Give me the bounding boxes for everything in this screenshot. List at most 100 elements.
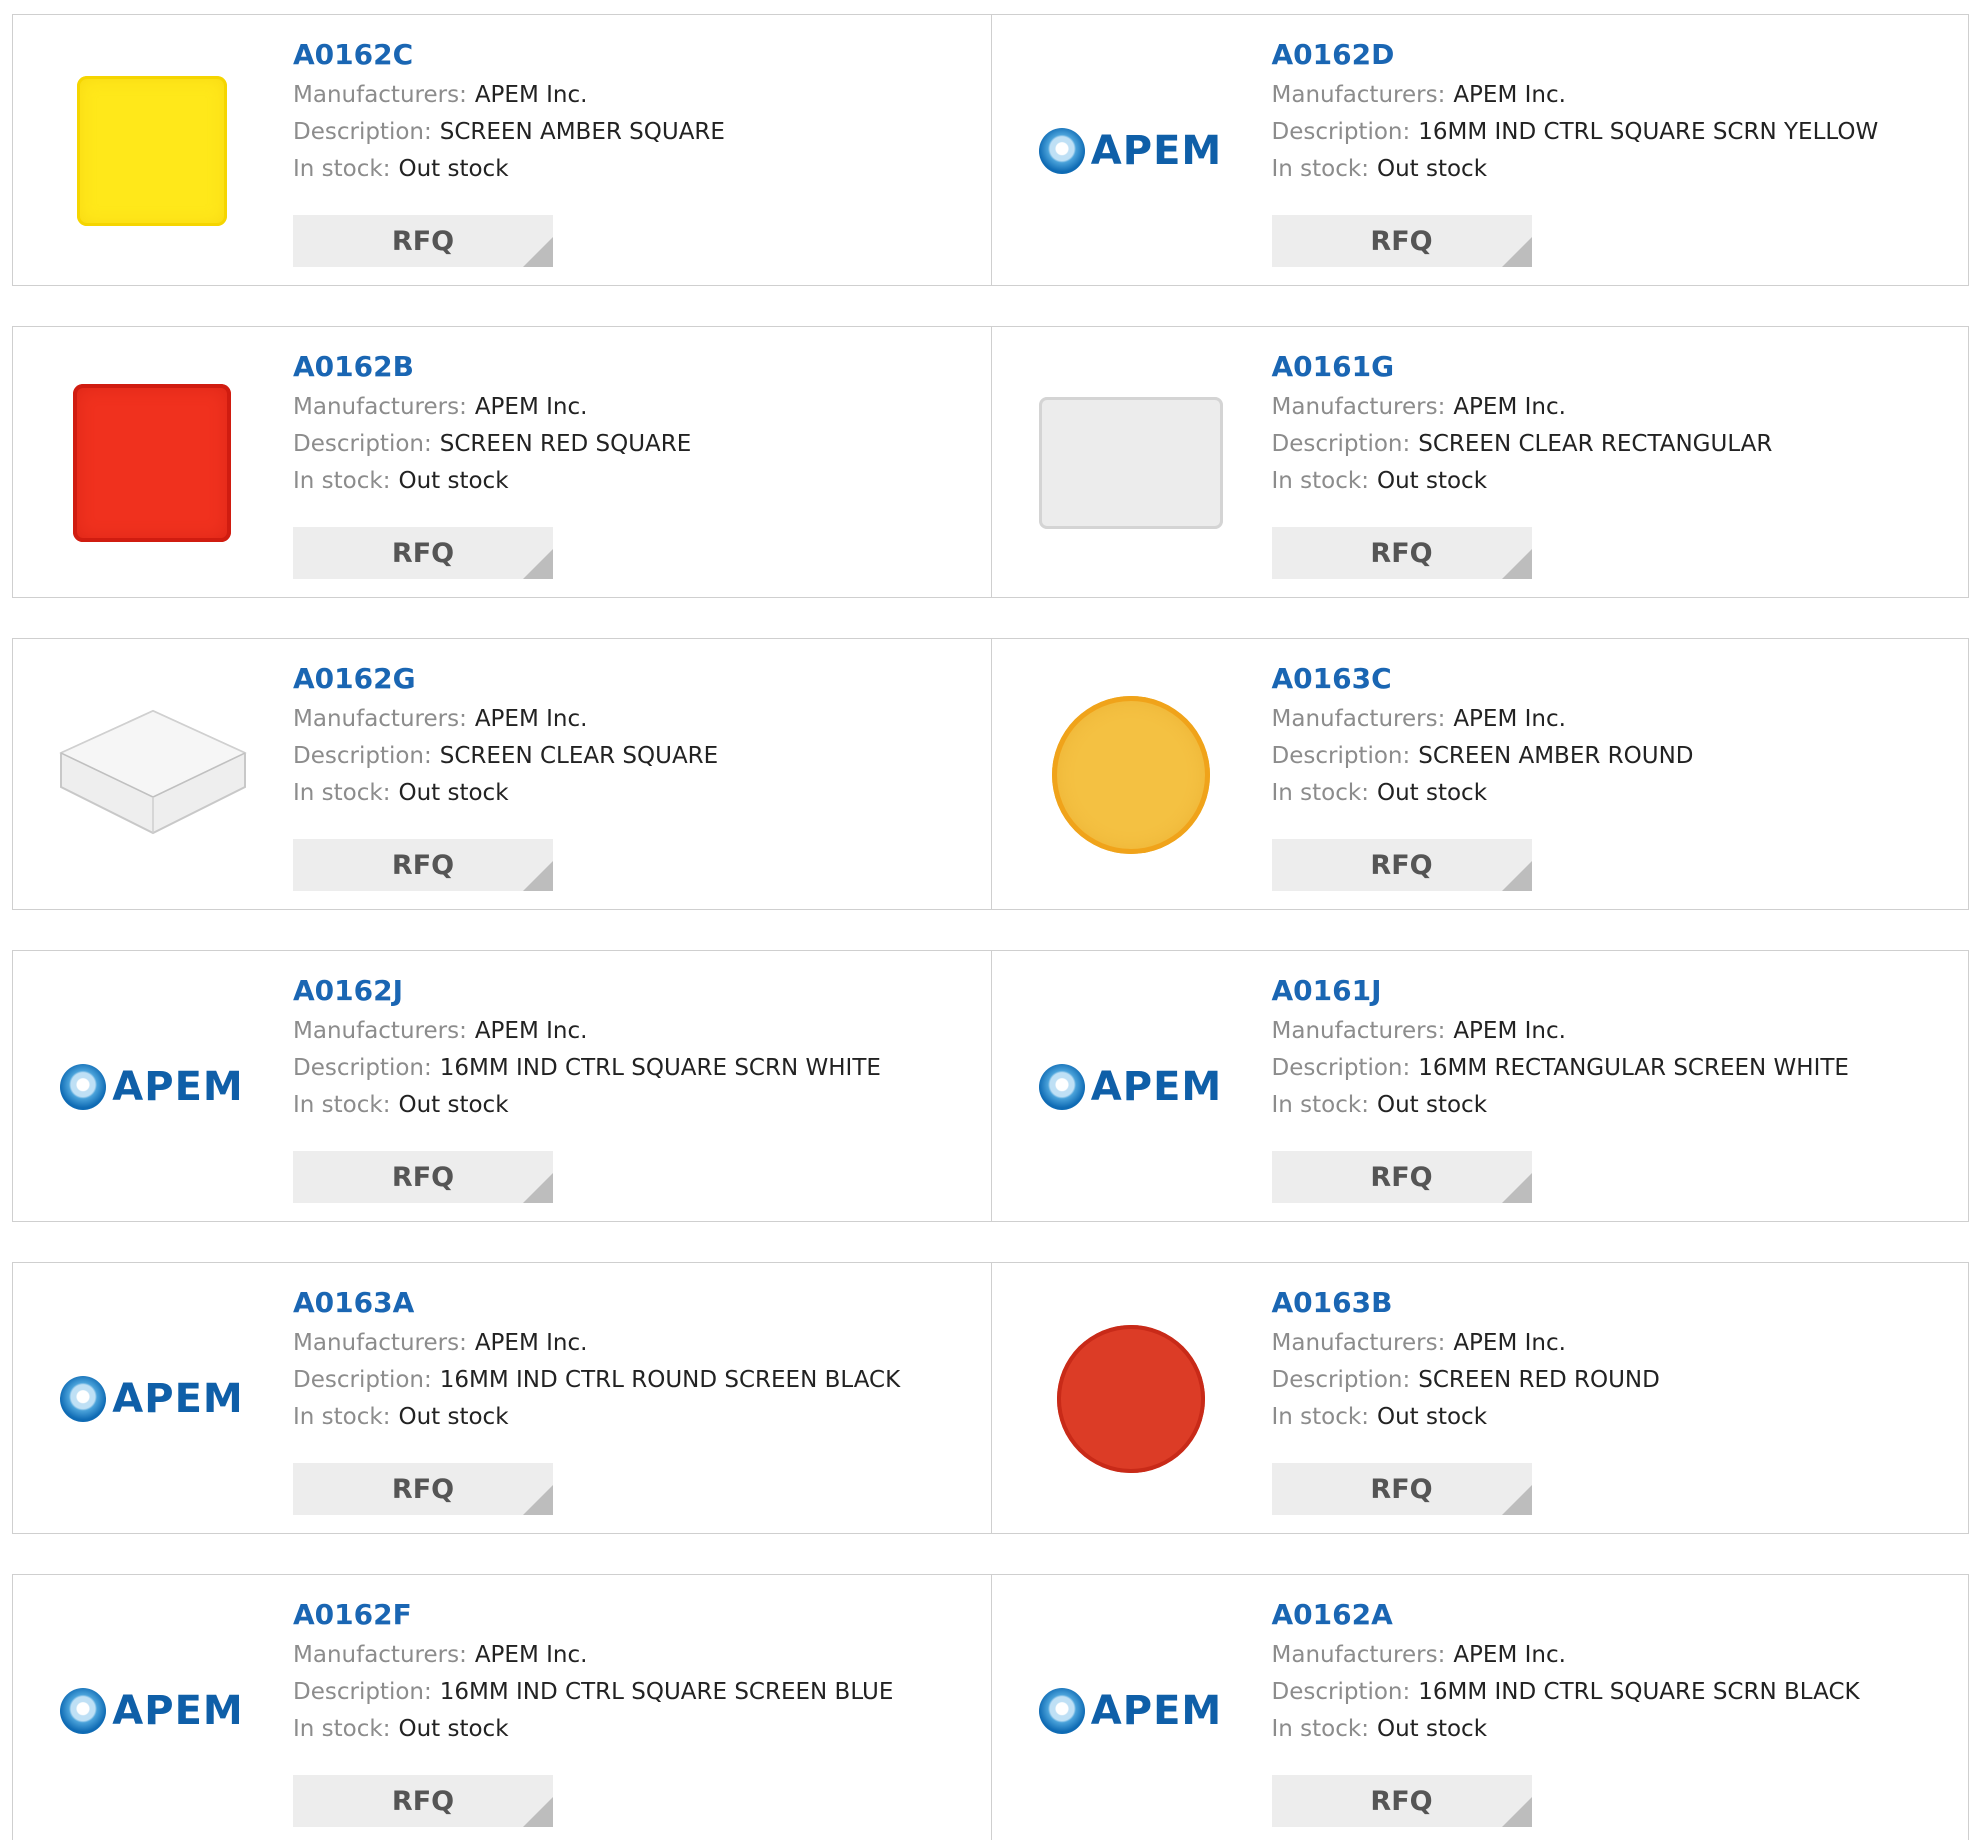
manufacturer-value: APEM Inc. [1453,1330,1566,1356]
part-number-link[interactable]: A0162G [293,665,971,701]
apem-logo-text: APEM [112,1688,244,1734]
description-label: Description: [1271,431,1411,457]
manufacturer-value: APEM Inc. [474,1018,588,1044]
product-image[interactable] [1032,383,1230,543]
in-stock-label: In stock: [293,1404,391,1430]
part-number-link[interactable]: A0162B [293,353,971,389]
manufacturer-value: APEM Inc. [474,394,588,420]
rfq-button[interactable]: RFQ [1271,839,1532,891]
rfq-button[interactable]: RFQ [1271,215,1532,267]
stock-value: Out stock [398,156,509,182]
apem-logo: APEM [60,1064,243,1110]
apem-logo-text: APEM [1090,128,1223,174]
manufacturers-label: Manufacturers: [293,394,467,420]
product-row: A0162C Manufacturers: APEM Inc. Descripti… [12,14,1969,286]
in-stock-label: In stock: [1271,1404,1369,1430]
product-row: A0162B Manufacturers: APEM Inc. Descripti… [12,326,1969,598]
description-label: Description: [293,1055,432,1081]
manufacturers-label: Manufacturers: [293,1330,467,1356]
rfq-button[interactable]: RFQ [1271,527,1532,579]
description-value: 16MM IND CTRL SQUARE SCREEN BLUE [439,1679,894,1705]
product-row: APEM A0163A Manufacturers: APEM Inc. Desc… [12,1262,1969,1534]
manufacturer-value: APEM Inc. [474,1642,588,1668]
description-value: SCREEN AMBER ROUND [1418,743,1694,769]
in-stock-label: In stock: [293,468,391,494]
description-value: SCREEN RED ROUND [1418,1367,1660,1393]
rfq-button[interactable]: RFQ [1271,1775,1532,1827]
product-card: APEM A0163A Manufacturers: APEM Inc. Desc… [13,1263,991,1533]
part-number-link[interactable]: A0162J [293,977,971,1013]
in-stock-label: In stock: [1271,156,1369,182]
product-card: A0162G Manufacturers: APEM Inc. Descripti… [13,639,991,909]
product-grid: A0162C Manufacturers: APEM Inc. Descripti… [12,14,1969,1840]
product-image[interactable] [53,695,251,855]
description-label: Description: [1271,1679,1411,1705]
product-image[interactable]: APEM [1032,1007,1230,1167]
stock-value: Out stock [398,1404,509,1430]
stock-value: Out stock [1376,1716,1488,1742]
description-label: Description: [1271,1367,1411,1393]
product-image[interactable]: APEM [53,1631,251,1791]
product-row: APEM A0162J Manufacturers: APEM Inc. Desc… [12,950,1969,1222]
rfq-button[interactable]: RFQ [293,1151,553,1203]
product-card: APEM A0162A Manufacturers: APEM Inc. Desc… [990,1575,1969,1840]
product-image[interactable]: APEM [53,1007,251,1167]
in-stock-label: In stock: [1271,468,1369,494]
manufacturer-value: APEM Inc. [474,82,588,108]
rfq-button[interactable]: RFQ [1271,1463,1532,1515]
manufacturers-label: Manufacturers: [293,1018,467,1044]
rfq-button[interactable]: RFQ [293,527,553,579]
product-image[interactable] [53,383,251,543]
part-number-link[interactable]: A0163C [1272,665,1949,701]
product-image[interactable]: APEM [53,1319,251,1479]
product-card: APEM A0161J Manufacturers: APEM Inc. Desc… [990,951,1969,1221]
part-number-link[interactable]: A0163A [293,1289,971,1325]
part-number-link[interactable]: A0163B [1272,1289,1949,1325]
part-number-link[interactable]: A0162A [1272,1601,1949,1637]
stock-value: Out stock [398,1092,509,1118]
part-number-link[interactable]: A0162D [1272,41,1949,77]
description-label: Description: [293,743,432,769]
description-label: Description: [1271,119,1411,145]
manufacturer-value: APEM Inc. [474,1330,588,1356]
manufacturers-label: Manufacturers: [1271,394,1446,420]
product-image[interactable] [53,71,251,231]
stock-value: Out stock [1376,1404,1488,1430]
product-image[interactable]: APEM [1032,1631,1230,1791]
product-card: A0163C Manufacturers: APEM Inc. Descripti… [990,639,1969,909]
product-row: A0162G Manufacturers: APEM Inc. Descripti… [12,638,1969,910]
description-value: 16MM IND CTRL ROUND SCREEN BLACK [439,1367,901,1393]
description-value: SCREEN RED SQUARE [439,431,692,457]
description-label: Description: [293,1367,432,1393]
in-stock-label: In stock: [293,780,391,806]
apem-logo: APEM [1038,1688,1222,1734]
stock-value: Out stock [1376,156,1488,182]
in-stock-label: In stock: [1271,1716,1369,1742]
product-image[interactable] [1032,1319,1230,1479]
apem-logo: APEM [1038,1064,1222,1110]
rfq-button[interactable]: RFQ [293,839,553,891]
in-stock-label: In stock: [293,1092,391,1118]
product-image[interactable] [1032,695,1230,855]
amber-round-screen-image [1051,696,1210,854]
description-value: 16MM IND CTRL SQUARE SCRN BLACK [1418,1679,1860,1705]
red-round-screen-image [1056,1325,1205,1473]
rfq-button[interactable]: RFQ [1271,1151,1532,1203]
product-image[interactable]: APEM [1032,71,1230,231]
rfq-button[interactable]: RFQ [293,1463,553,1515]
description-label: Description: [1271,743,1411,769]
rfq-button[interactable]: RFQ [293,215,553,267]
clear-rectangle-screen-image [1038,397,1223,529]
description-label: Description: [293,431,432,457]
stock-value: Out stock [1376,780,1488,806]
part-number-link[interactable]: A0161J [1272,977,1949,1013]
part-number-link[interactable]: A0162F [293,1601,971,1637]
part-number-link[interactable]: A0162C [293,41,971,77]
clear-square-screen-image [59,709,247,835]
product-row: APEM A0162F Manufacturers: APEM Inc. Desc… [12,1574,1969,1840]
stock-value: Out stock [398,1716,509,1742]
rfq-button[interactable]: RFQ [293,1775,553,1827]
part-number-link[interactable]: A0161G [1272,353,1949,389]
description-value: SCREEN CLEAR SQUARE [439,743,719,769]
manufacturers-label: Manufacturers: [1271,1330,1446,1356]
